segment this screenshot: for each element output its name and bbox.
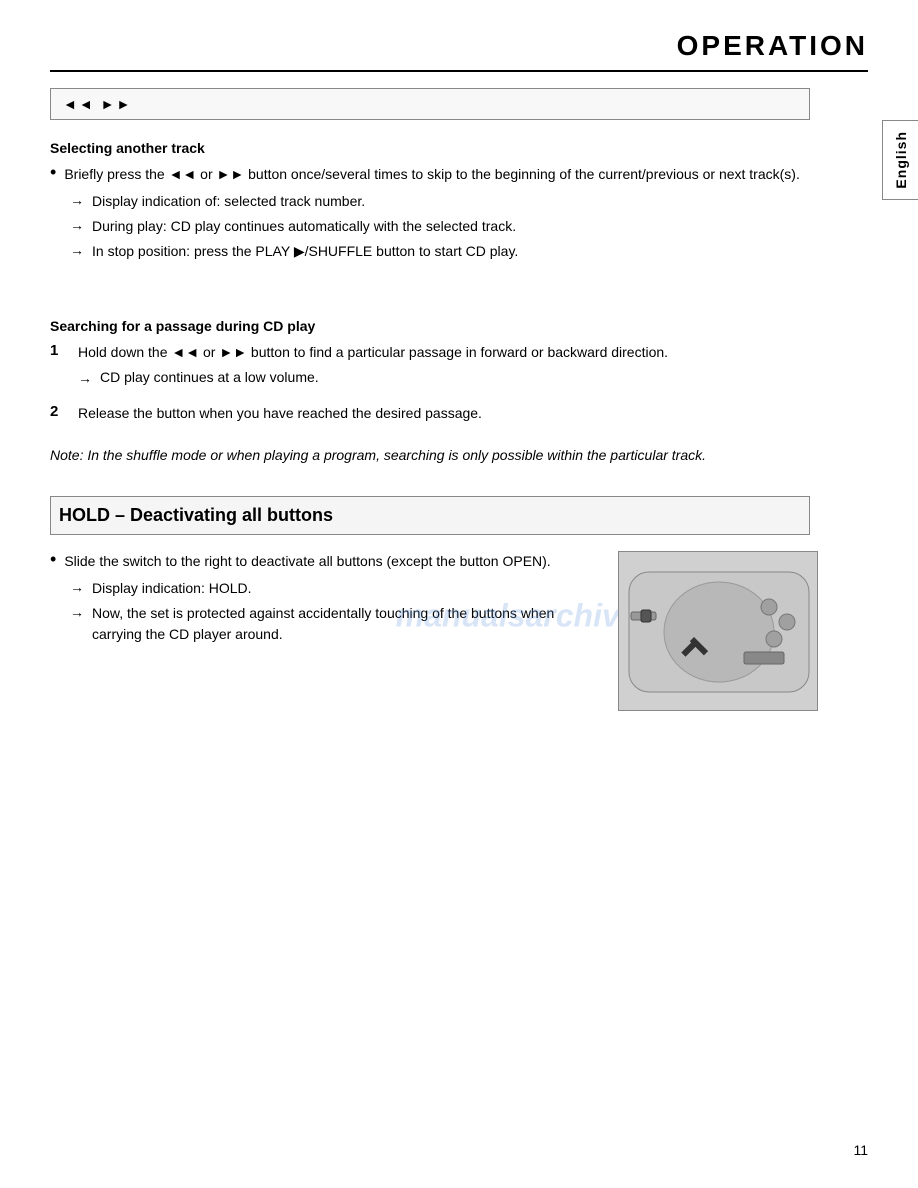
hold-arrow2: → Now, the set is protected against acci… [70, 603, 598, 645]
searching-section: Searching for a passage during CD play 1… [50, 318, 818, 424]
selecting-track-section: Selecting another track • Briefly press … [50, 140, 818, 262]
selecting-track-bullet-text: Briefly press the ◄◄ or ►► button once/s… [64, 164, 818, 185]
hold-arrow-icon-1: → [70, 579, 84, 595]
hold-bullet-dot: • [50, 549, 56, 570]
arrow-icon-2: → [70, 217, 84, 233]
hold-bullet-text: Slide the switch to the right to deactiv… [64, 551, 598, 572]
searching-step1-arrow: → CD play continues at a low volume. [78, 367, 818, 389]
searching-step1: 1 Hold down the ◄◄ or ►► button to find … [50, 342, 818, 393]
selecting-track-arrow2-text: During play: CD play continues automatic… [92, 216, 818, 237]
searching-step2: 2 Release the button when you have reach… [50, 403, 818, 424]
selecting-track-arrow1: → Display indication of: selected track … [70, 191, 818, 212]
hold-bullet-item: • Slide the switch to the right to deact… [50, 551, 598, 572]
hold-arrow1-text: Display indication: HOLD. [92, 578, 598, 599]
bullet-dot: • [50, 162, 56, 183]
page-title: OPERATION [50, 30, 868, 72]
hold-header: HOLD – Deactivating all buttons [59, 505, 333, 525]
step2-text: Release the button when you have reached… [78, 403, 818, 424]
hold-header-wrapper: HOLD – Deactivating all buttons [50, 496, 810, 535]
searching-step1-arrow-text: CD play continues at a low volume. [100, 367, 818, 388]
hold-arrow-icon-2: → [70, 604, 84, 620]
hold-content-row: • Slide the switch to the right to deact… [50, 551, 818, 711]
hold-arrow2-text: Now, the set is protected against accide… [92, 603, 598, 645]
english-tab-label: English [893, 131, 909, 189]
hold-text-col: • Slide the switch to the right to deact… [50, 551, 598, 649]
selecting-track-header: Selecting another track [50, 140, 818, 156]
note-section: Note: In the shuffle mode or when playin… [50, 444, 818, 466]
nav-button-icons: ◄◄ ►► [63, 96, 132, 112]
cd-player-diagram [618, 551, 818, 711]
searching-header: Searching for a passage during CD play [50, 318, 818, 334]
hold-arrow1: → Display indication: HOLD. [70, 578, 598, 599]
step1-text: Hold down the ◄◄ or ►► button to find a … [78, 344, 668, 360]
arrow-icon-1: → [70, 192, 84, 208]
selecting-track-arrow3: → In stop position: press the PLAY ▶/SHU… [70, 241, 818, 262]
selecting-track-arrow2: → During play: CD play continues automat… [70, 216, 818, 237]
step1-content: Hold down the ◄◄ or ►► button to find a … [78, 342, 818, 393]
page-number: 11 [853, 1142, 868, 1158]
arrow-icon-3: → [70, 242, 84, 258]
button-bar: ◄◄ ►► [50, 88, 810, 120]
english-tab: English [882, 120, 918, 200]
main-content: Selecting another track • Briefly press … [50, 140, 868, 711]
note-text: Note: In the shuffle mode or when playin… [50, 447, 706, 463]
hold-section: HOLD – Deactivating all buttons • Slide … [50, 496, 818, 711]
selecting-track-arrow3-text: In stop position: press the PLAY ▶/SHUFF… [92, 241, 818, 262]
arrow-icon-s1: → [78, 368, 92, 389]
selecting-track-bullet: • Briefly press the ◄◄ or ►► button once… [50, 164, 818, 185]
step1-number: 1 [50, 342, 66, 359]
step2-number: 2 [50, 403, 66, 420]
selecting-track-arrow1-text: Display indication of: selected track nu… [92, 191, 818, 212]
